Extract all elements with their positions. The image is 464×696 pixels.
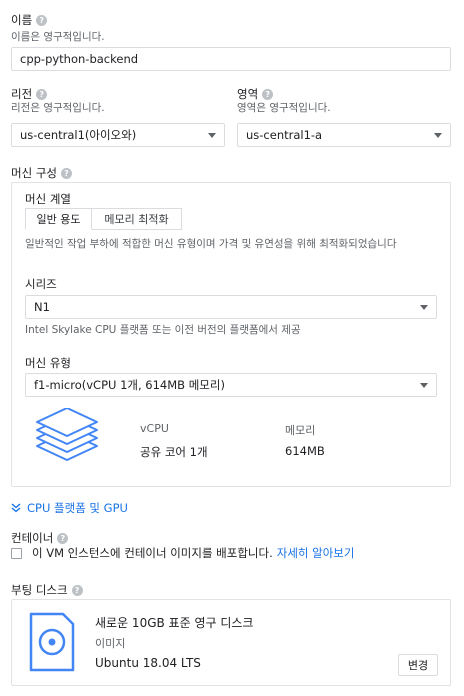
- series-select[interactable]: N1: [25, 295, 437, 319]
- help-icon[interactable]: ?: [71, 585, 83, 596]
- region-select[interactable]: us-central1(아이오와): [11, 123, 225, 147]
- machine-family-description: 일반적인 작업 부하에 적합한 머신 유형이며 가격 및 유연성을 위해 최적화…: [25, 238, 397, 250]
- boot-disk-panel: 새로운 10GB 표준 영구 디스크 이미지 Ubuntu 18.04 LTS …: [11, 599, 451, 686]
- name-label-row: 이름?: [11, 12, 48, 28]
- boot-disk-label-row: 부팅 디스크?: [11, 582, 83, 598]
- help-icon[interactable]: ?: [36, 15, 48, 26]
- series-description: Intel Skylake CPU 플랫폼 또는 이전 버전의 플랫폼에서 제공: [25, 324, 301, 336]
- help-icon[interactable]: ?: [262, 89, 274, 100]
- zone-label: 영역: [237, 87, 259, 101]
- boot-disk-title: 새로운 10GB 표준 영구 디스크: [95, 616, 254, 630]
- boot-disk-label: 부팅 디스크: [11, 583, 68, 597]
- cpu-gpu-link-label: CPU 플랫폼 및 GPU: [27, 501, 128, 515]
- tab-label: 메모리 최적화: [104, 213, 169, 226]
- boot-disk-image-value: Ubuntu 18.04 LTS: [95, 656, 201, 670]
- container-label-row: 컨테이너?: [11, 530, 69, 546]
- tab-general-purpose[interactable]: 일반 용도: [25, 208, 92, 230]
- chevron-down-icon: [420, 304, 428, 310]
- machine-family-tabs: 일반 용도 메모리 최적화: [25, 208, 182, 230]
- container-label: 컨테이너: [11, 531, 54, 545]
- series-select-value: N1: [34, 300, 50, 314]
- chevron-down-icon: [420, 382, 428, 388]
- disk-icon: [29, 612, 75, 672]
- machine-config-label: 머신 구성: [11, 166, 57, 180]
- change-boot-disk-button[interactable]: 변경: [398, 654, 438, 676]
- zone-hint: 영역은 영구적입니다.: [237, 102, 331, 114]
- region-hint: 리전은 영구적입니다.: [11, 102, 105, 114]
- container-checkbox[interactable]: [11, 547, 22, 559]
- machine-family-label: 머신 계열: [25, 192, 71, 206]
- container-checkbox-label: 이 VM 인스턴스에 컨테이너 이미지를 배포합니다.: [32, 546, 273, 560]
- change-button-label: 변경: [407, 659, 429, 672]
- series-label: 시리즈: [25, 277, 57, 291]
- help-icon[interactable]: ?: [36, 89, 48, 100]
- name-label: 이름: [11, 13, 33, 27]
- memory-value: 614MB: [285, 444, 325, 458]
- tab-memory-optimized[interactable]: 메모리 최적화: [92, 208, 182, 230]
- tab-label: 일반 용도: [36, 213, 81, 226]
- double-chevron-down-icon: [11, 503, 21, 513]
- machine-config-panel: 머신 계열 일반 용도 메모리 최적화 일반적인 작업 부하에 적합한 머신 유…: [11, 182, 451, 487]
- name-input-value: cpp-python-backend: [20, 52, 139, 66]
- vcpu-value: 공유 코어 1개: [140, 445, 208, 459]
- chevron-down-icon: [208, 132, 216, 138]
- zone-select-value: us-central1-a: [246, 128, 323, 142]
- machine-config-label-row: 머신 구성?: [11, 165, 72, 181]
- memory-header: 메모리: [285, 424, 316, 437]
- vcpu-header: vCPU: [140, 422, 169, 435]
- help-icon[interactable]: ?: [60, 168, 72, 179]
- name-hint: 이름은 영구적입니다.: [11, 31, 105, 43]
- machine-type-select[interactable]: f1-micro(vCPU 1개, 614MB 메모리): [25, 373, 437, 397]
- help-icon[interactable]: ?: [57, 533, 69, 544]
- cpu-gpu-expander[interactable]: CPU 플랫폼 및 GPU: [11, 500, 128, 516]
- machine-type-label: 머신 유형: [25, 356, 71, 370]
- name-input[interactable]: cpp-python-backend: [11, 47, 451, 71]
- machine-type-select-value: f1-micro(vCPU 1개, 614MB 메모리): [34, 378, 225, 392]
- region-select-value: us-central1(아이오와): [20, 128, 137, 142]
- region-label: 리전: [11, 87, 33, 101]
- learn-more-link[interactable]: 자세히 알아보기: [277, 545, 355, 561]
- container-checkbox-row: 이 VM 인스턴스에 컨테이너 이미지를 배포합니다. 자세히 알아보기: [11, 545, 354, 561]
- chevron-down-icon: [434, 132, 442, 138]
- boot-disk-image-label: 이미지: [95, 637, 126, 650]
- stacked-layers-icon: [36, 408, 98, 461]
- zone-select[interactable]: us-central1-a: [237, 123, 451, 147]
